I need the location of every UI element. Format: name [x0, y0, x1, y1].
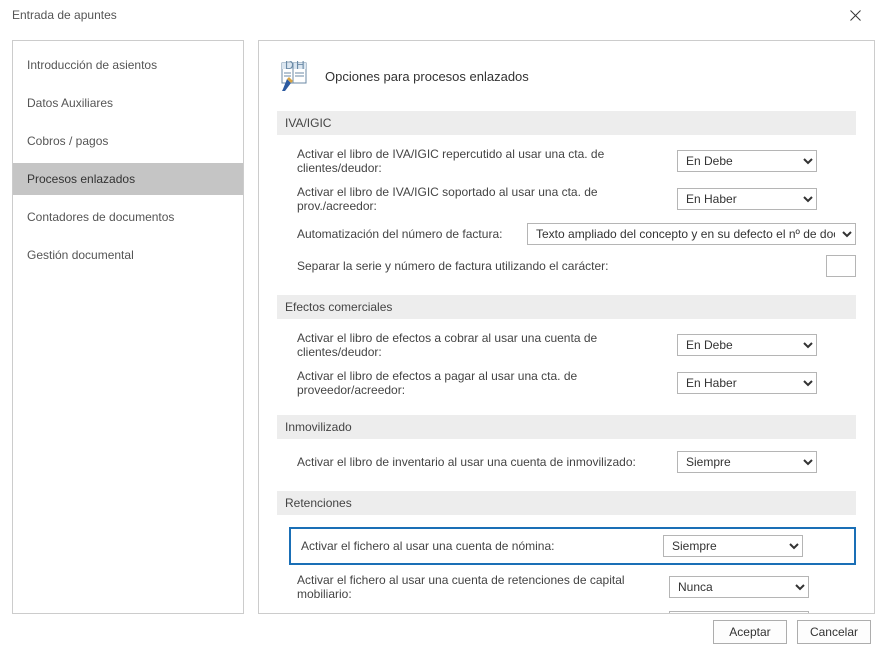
- section-iva: Activar el libro de IVA/IGIC repercutido…: [277, 147, 856, 277]
- label-iva-soportado: Activar el libro de IVA/IGIC soportado a…: [297, 185, 677, 213]
- ok-button[interactable]: Aceptar: [713, 620, 787, 644]
- nav-item-procesos-enlazados[interactable]: Procesos enlazados: [13, 163, 243, 195]
- dialog-body: Introducción de asientos Datos Auxiliare…: [0, 30, 887, 614]
- cancel-button[interactable]: Cancelar: [797, 620, 871, 644]
- page-title: Opciones para procesos enlazados: [325, 69, 529, 84]
- svg-text:H: H: [296, 61, 305, 72]
- select-capital-mobiliario[interactable]: Nunca: [669, 576, 809, 598]
- select-iva-soportado[interactable]: En Haber: [677, 188, 817, 210]
- title-bar: Entrada de apuntes: [0, 0, 887, 30]
- input-separador[interactable]: [826, 255, 856, 277]
- section-efectos: Activar el libro de efectos a cobrar al …: [277, 331, 856, 397]
- section-inmovilizado: Activar el libro de inventario al usar u…: [277, 451, 856, 473]
- highlighted-row-nomina: Activar el fichero al usar una cuenta de…: [289, 527, 856, 565]
- section-header-retenciones: Retenciones: [277, 491, 856, 515]
- sidebar-nav: Introducción de asientos Datos Auxiliare…: [12, 40, 244, 614]
- label-auto-factura: Automatización del número de factura:: [297, 227, 527, 241]
- label-capital-mobiliario: Activar el fichero al usar una cuenta de…: [297, 573, 669, 601]
- ledger-icon: D H: [277, 59, 311, 93]
- section-header-efectos: Efectos comerciales: [277, 295, 856, 319]
- section-header-iva: IVA/IGIC: [277, 111, 856, 135]
- window-title: Entrada de apuntes: [12, 8, 117, 22]
- svg-text:D: D: [285, 61, 294, 72]
- nav-item-datos-auxiliares[interactable]: Datos Auxiliares: [13, 87, 243, 119]
- select-nomina[interactable]: Siempre: [663, 535, 803, 557]
- nav-item-contadores[interactable]: Contadores de documentos: [13, 201, 243, 233]
- select-efectos-pagar[interactable]: En Haber: [677, 372, 817, 394]
- page-header: D H Opciones para procesos enlazados: [277, 59, 856, 93]
- label-efectos-pagar: Activar el libro de efectos a pagar al u…: [297, 369, 677, 397]
- select-iva-repercutido[interactable]: En Debe: [677, 150, 817, 172]
- section-header-inmovilizado: Inmovilizado: [277, 415, 856, 439]
- select-efectos-cobrar[interactable]: En Debe: [677, 334, 817, 356]
- label-iva-repercutido: Activar el libro de IVA/IGIC repercutido…: [297, 147, 677, 175]
- close-button[interactable]: [835, 0, 875, 30]
- select-auto-factura[interactable]: Texto ampliado del concepto y en su defe…: [527, 223, 856, 245]
- label-nomina: Activar el fichero al usar una cuenta de…: [301, 539, 663, 553]
- select-inventario[interactable]: Siempre: [677, 451, 817, 473]
- label-separador: Separar la serie y número de factura uti…: [297, 259, 632, 273]
- nav-item-introduccion[interactable]: Introducción de asientos: [13, 49, 243, 81]
- section-retenciones: Activar el fichero al usar una cuenta de…: [277, 527, 856, 614]
- dialog-footer: Aceptar Cancelar: [0, 614, 887, 650]
- label-efectos-cobrar: Activar el libro de efectos a cobrar al …: [297, 331, 677, 359]
- close-icon: [850, 10, 861, 21]
- label-inventario: Activar el libro de inventario al usar u…: [297, 455, 677, 469]
- select-remuneraciones[interactable]: Nunca: [669, 611, 809, 614]
- nav-item-gestion-documental[interactable]: Gestión documental: [13, 239, 243, 271]
- nav-item-cobros-pagos[interactable]: Cobros / pagos: [13, 125, 243, 157]
- content-panel: D H Opciones para procesos enlazados IVA…: [258, 40, 875, 614]
